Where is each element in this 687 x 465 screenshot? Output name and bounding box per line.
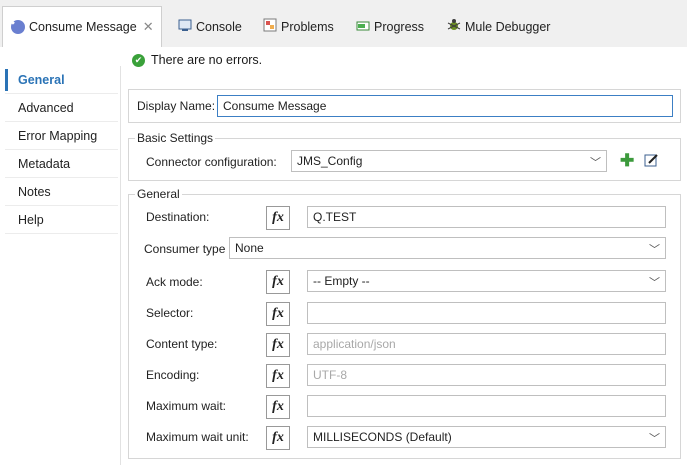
basic-settings-legend: Basic Settings: [135, 131, 216, 145]
sidebar-item-label: Notes: [18, 184, 51, 199]
max-wait-input[interactable]: [307, 395, 666, 417]
sidebar-item-label: Error Mapping: [18, 128, 98, 143]
fx-toggle-max-wait[interactable]: fx: [266, 395, 290, 419]
fx-toggle-destination[interactable]: fx: [266, 206, 290, 230]
chevron-down-icon: ﹀: [649, 433, 660, 445]
general-legend: General: [135, 187, 182, 201]
chevron-down-icon: ﹀: [590, 157, 601, 169]
fx-toggle-max-wait-unit[interactable]: fx: [266, 426, 290, 450]
ack-mode-label: Ack mode:: [146, 275, 203, 289]
content-type-input[interactable]: application/json: [307, 333, 666, 355]
connector-config-value: JMS_Config: [297, 154, 363, 168]
add-icon[interactable]: ✚: [620, 152, 634, 169]
destination-input[interactable]: Q.TEST: [307, 206, 666, 228]
sidebar-item-notes[interactable]: Notes: [5, 178, 118, 206]
max-wait-label: Maximum wait:: [146, 399, 227, 413]
selector-label: Selector:: [146, 306, 194, 320]
display-name-input[interactable]: Consume Message: [217, 95, 673, 117]
encoding-input[interactable]: UTF-8: [307, 364, 666, 386]
sidebar-item-label: General: [18, 72, 65, 87]
validation-status: ✔ There are no errors.: [132, 53, 262, 67]
sidebar-item-metadata[interactable]: Metadata: [5, 150, 118, 178]
ack-mode-value: -- Empty --: [313, 274, 370, 288]
sidebar-item-label: Advanced: [18, 100, 74, 115]
chevron-down-icon: ﹀: [649, 277, 660, 289]
tab-label: Mule Debugger: [465, 19, 551, 34]
tab-label: Problems: [281, 19, 334, 34]
properties-sidebar: General Advanced Error Mapping Metadata …: [5, 66, 118, 234]
max-wait-unit-select[interactable]: MILLISECONDS (Default) ﹀: [307, 426, 666, 448]
progress-icon: [356, 19, 370, 35]
console-icon: [178, 19, 192, 35]
problems-icon: [263, 18, 277, 35]
tab-label: Console: [196, 19, 242, 34]
chevron-down-icon: ﹀: [649, 244, 660, 256]
tab-consume-message[interactable]: ◆ Consume Message ✕: [2, 6, 162, 47]
fx-toggle-selector[interactable]: fx: [266, 302, 290, 326]
tab-mule-debugger[interactable]: Mule Debugger: [447, 6, 550, 47]
sidebar-item-label: Help: [18, 212, 44, 227]
debugger-icon: [447, 18, 461, 35]
tab-problems[interactable]: Problems: [263, 6, 334, 47]
consumer-type-label: Consumer type: [144, 242, 226, 256]
close-icon[interactable]: ✕: [143, 19, 154, 35]
connector-config-select[interactable]: JMS_Config ﹀: [291, 150, 607, 172]
fx-toggle-ack-mode[interactable]: fx: [266, 270, 290, 294]
consumer-type-select[interactable]: None ﹀: [229, 237, 666, 259]
sidebar-item-general[interactable]: General: [5, 66, 118, 94]
consumer-type-value: None: [235, 241, 264, 255]
sidebar-item-label: Metadata: [18, 156, 71, 171]
fx-toggle-encoding[interactable]: fx: [266, 364, 290, 388]
tab-label: Progress: [374, 19, 425, 34]
max-wait-unit-label: Maximum wait unit:: [146, 430, 249, 444]
tab-label: Consume Message: [29, 20, 137, 34]
sidebar-item-help[interactable]: Help: [5, 206, 118, 234]
max-wait-unit-value: MILLISECONDS (Default): [313, 430, 452, 444]
fx-toggle-content-type[interactable]: fx: [266, 333, 290, 357]
ack-mode-select[interactable]: -- Empty -- ﹀: [307, 270, 666, 292]
editor-tab-bar: ◆ Consume Message ✕ Console Problems Pro…: [0, 0, 687, 47]
edit-icon[interactable]: [644, 153, 659, 171]
connector-config-label: Connector configuration:: [146, 155, 277, 169]
content-type-label: Content type:: [146, 337, 218, 351]
tab-progress[interactable]: Progress: [356, 6, 424, 47]
tab-console[interactable]: Console: [178, 6, 242, 47]
sidebar-item-error-mapping[interactable]: Error Mapping: [5, 122, 118, 150]
encoding-label: Encoding:: [146, 368, 200, 382]
destination-label: Destination:: [146, 210, 210, 224]
general-group: [128, 194, 681, 459]
status-message: There are no errors.: [151, 53, 263, 67]
display-name-label: Display Name:: [137, 99, 216, 113]
check-circle-icon: ✔: [132, 53, 145, 67]
selector-input[interactable]: [307, 302, 666, 324]
mule-component-icon: ◆: [11, 20, 25, 34]
sidebar-item-advanced[interactable]: Advanced: [5, 94, 118, 122]
sidebar-divider: [120, 66, 121, 465]
